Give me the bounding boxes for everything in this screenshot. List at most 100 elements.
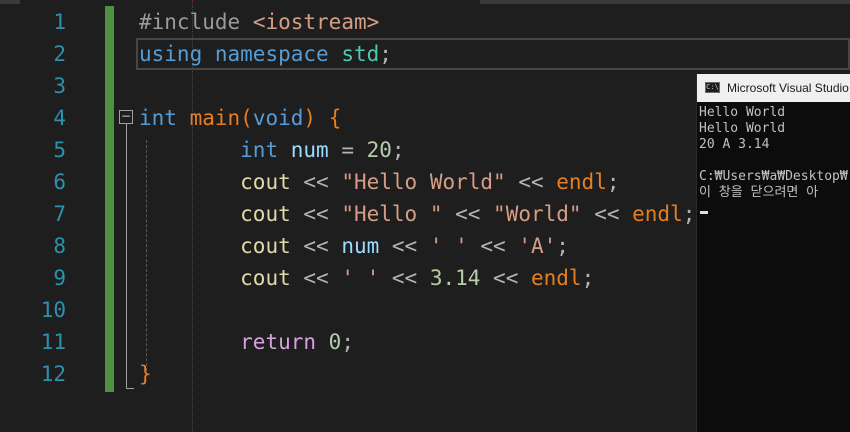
code-token: ;	[606, 170, 620, 194]
code-token: ;	[682, 202, 696, 226]
code-token: <<	[290, 202, 342, 226]
code-token: <<	[467, 234, 519, 258]
line-number: 12	[40, 362, 66, 386]
code-token: #include	[139, 10, 241, 34]
code-token: ' '	[341, 266, 380, 290]
line-number: 1	[53, 10, 66, 34]
code-token: =	[328, 138, 367, 162]
code-line[interactable]: #include <iostream>	[139, 6, 379, 38]
console-window[interactable]: C:\ Microsoft Visual Studio Hello World H…	[696, 74, 850, 432]
console-app-icon: C:\	[705, 82, 720, 93]
line-number: 8	[53, 234, 66, 258]
tab-strip-edge	[0, 0, 20, 4]
code-token: <<	[480, 266, 531, 290]
line-number: 11	[40, 330, 66, 354]
line-number: 4	[53, 106, 66, 130]
code-token: <iostream>	[252, 10, 380, 34]
code-token: ;	[581, 266, 595, 290]
collapse-icon[interactable]: −	[119, 110, 133, 124]
fold-range-line	[126, 124, 127, 388]
code-token: int	[139, 106, 177, 130]
code-token: <<	[442, 202, 494, 226]
code-token: <<	[581, 202, 633, 226]
code-token: (	[240, 106, 253, 130]
code-token: namespace	[214, 42, 329, 66]
code-token: <<	[379, 234, 430, 258]
console-cursor	[700, 211, 708, 214]
code-token: ;	[556, 234, 569, 258]
tab-strip-edge	[480, 0, 850, 4]
code-line[interactable]: int main(void) {	[139, 102, 341, 134]
code-token: cout	[240, 202, 291, 226]
code-token: ;	[379, 42, 392, 66]
code-token: endl	[632, 202, 683, 226]
console-line: 이 창을 닫으려면 아	[699, 185, 819, 200]
code-token: num	[290, 138, 329, 162]
code-token: 20	[366, 138, 392, 162]
line-number: 3	[53, 74, 66, 98]
code-token: 3.14	[429, 266, 481, 290]
code-token: endl	[530, 266, 582, 290]
line-number: 10	[40, 298, 66, 322]
code-line[interactable]: return 0;	[139, 326, 354, 358]
line-number: 9	[53, 266, 66, 290]
line-number: 6	[53, 170, 66, 194]
code-token: {	[328, 106, 342, 130]
code-line[interactable]: using namespace std;	[139, 38, 392, 70]
code-token: <<	[290, 170, 342, 194]
line-number: 5	[53, 138, 66, 162]
code-line[interactable]: int num = 20;	[139, 134, 405, 166]
code-token: void	[252, 106, 304, 130]
code-line[interactable]: cout << "Hello " << "World" << endl;	[139, 198, 695, 230]
code-token: cout	[240, 266, 291, 290]
console-title: Microsoft Visual Studio	[727, 81, 849, 95]
line-number: 2	[53, 42, 66, 66]
collapse-glyph: −	[120, 109, 132, 123]
console-line: Hello World	[699, 121, 786, 136]
code-token: ;	[391, 138, 405, 162]
code-token: <<	[505, 170, 557, 194]
code-token: <<	[290, 234, 342, 258]
code-token: 0	[328, 330, 342, 354]
code-token: <<	[290, 266, 342, 290]
code-token: "Hello "	[341, 202, 443, 226]
code-token: "World"	[493, 202, 582, 226]
code-token: 'A'	[518, 234, 557, 258]
code-line[interactable]: cout << ' ' << 3.14 << endl;	[139, 262, 594, 294]
code-token: )	[303, 106, 317, 130]
code-token: <<	[379, 266, 430, 290]
code-token: ;	[341, 330, 354, 354]
code-token: using	[139, 42, 203, 66]
code-token: main	[189, 106, 241, 130]
code-line[interactable]: cout << "Hello World" << endl;	[139, 166, 620, 198]
code-line[interactable]: cout << num << ' ' << 'A';	[139, 230, 569, 262]
console-line: 20 A 3.14	[699, 137, 770, 152]
fold-range-end	[126, 388, 134, 389]
code-token: "Hello World"	[341, 170, 506, 194]
console-line: C:₩Users₩a₩Desktop₩	[699, 169, 848, 184]
console-title-bar[interactable]: C:\ Microsoft Visual Studio	[697, 74, 850, 102]
code-token: return	[240, 330, 317, 354]
code-token: std	[341, 42, 380, 66]
code-token: }	[139, 362, 152, 386]
code-token: int	[240, 138, 279, 162]
code-token: num	[341, 234, 380, 258]
code-token: cout	[240, 170, 291, 194]
line-number: 7	[53, 202, 66, 226]
code-token: ' '	[429, 234, 468, 258]
change-indicator-bar	[105, 6, 114, 392]
code-line[interactable]: }	[139, 358, 152, 390]
code-token: cout	[240, 234, 291, 258]
